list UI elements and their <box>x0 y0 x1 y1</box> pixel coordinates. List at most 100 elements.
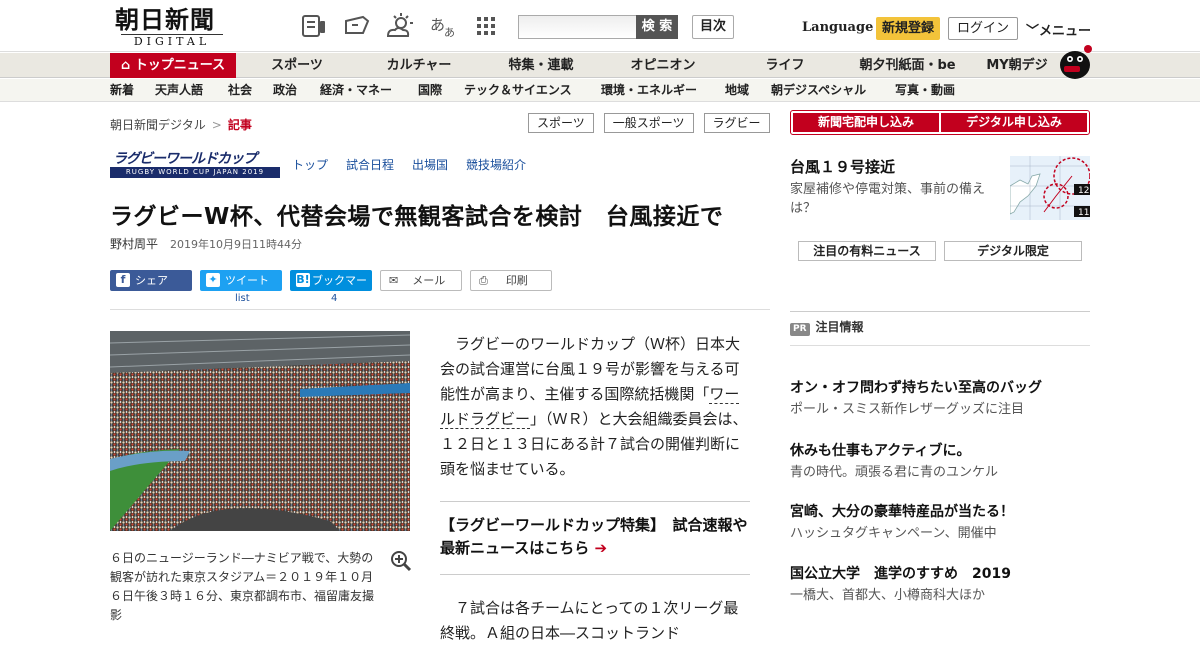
nav-life[interactable]: ライフ <box>740 53 830 78</box>
rwc-link-teams[interactable]: 出場国 <box>412 156 448 173</box>
article-paragraph-2: ７試合は各チームにとっての１次リーグ最終戦。Ａ組の日本―スコットランド <box>440 599 739 642</box>
rwc-link-stadiums[interactable]: 競技場紹介 <box>466 156 526 173</box>
subscribe-digital-button[interactable]: デジタル申し込み <box>941 113 1087 132</box>
nav-features[interactable]: 特集・連載 <box>496 53 586 78</box>
article-headline: ラグビーW杯、代替会場で無観客試合を検討 台風接近で <box>110 204 724 230</box>
weather-icon[interactable] <box>386 12 414 40</box>
facebook-icon: f <box>116 273 130 287</box>
nav-local[interactable]: 地域 <box>725 79 749 102</box>
grid-menu-icon[interactable] <box>472 12 500 40</box>
mail-button[interactable]: ✉ メール <box>380 270 462 291</box>
typhoon-description[interactable]: 家屋補修や停電対策、事前の備えは？ <box>790 180 1005 218</box>
subscribe-paper-button[interactable]: 新聞宅配申し込み <box>793 113 939 132</box>
nav-culture[interactable]: カルチャー <box>374 53 464 78</box>
nav-special[interactable]: 朝デジスペシャル <box>771 79 866 102</box>
pr-item[interactable]: 宮崎、大分の豪華特産品が当たる！ ハッシュタグキャンペーン、開催中 <box>790 502 1090 544</box>
map-label-12: 12 <box>1078 186 1089 196</box>
pr-badge: PR <box>790 323 810 336</box>
print-button[interactable]: ⎙ 印刷 <box>470 270 552 291</box>
register-button[interactable]: 新規登録 <box>876 17 940 40</box>
rwc-link-top[interactable]: トップ <box>292 156 328 173</box>
secondary-nav: 新着 天声人語 社会 政治 経済・マネー 国際 テック＆サイエンス 環境・エネル… <box>0 79 1200 102</box>
pr-item-sub: 青の時代。頑張る君に青のユンケル <box>790 465 999 480</box>
tag-general-sports[interactable]: 一般スポーツ <box>603 113 694 133</box>
nav-opinion[interactable]: オピニオン <box>618 53 708 78</box>
nav-economy[interactable]: 経済・マネー <box>320 79 392 102</box>
nav-sports[interactable]: スポーツ <box>252 53 342 78</box>
subscribe-box: 新聞宅配申し込み デジタル申し込み <box>790 110 1090 135</box>
nav-new[interactable]: 新着 <box>110 79 134 102</box>
divider <box>110 309 770 310</box>
primary-nav: ⌂ トップニュース スポーツ カルチャー 特集・連載 オピニオン ライフ 朝夕刊… <box>0 45 1200 79</box>
svg-text:あ: あ <box>444 26 455 39</box>
rwc-logo[interactable]: ラグビーワールドカップ RUGBY WORLD CUP JAPAN 2019 <box>110 151 280 178</box>
hatena-bookmark-button[interactable]: B! ブックマーク <box>290 270 372 308</box>
publish-date: 2019年10月9日11時44分 <box>170 238 302 251</box>
sidebar-divider-2 <box>790 345 1090 346</box>
typhoon-map-thumbnail[interactable]: 12 11 <box>1010 156 1090 220</box>
nav-tensei[interactable]: 天声人語 <box>155 79 203 102</box>
login-button[interactable]: ログイン <box>948 17 1018 40</box>
pr-item[interactable]: オン・オフ問わず持ちたい至高のバッグ ポール・スミス新作レザーグッズに注目 <box>790 378 1090 420</box>
mascot-icon <box>1060 45 1092 79</box>
tag-sports[interactable]: スポーツ <box>528 113 594 133</box>
menu-button[interactable]: ﹀メニュー <box>1026 20 1091 39</box>
breadcrumb-current: 記事 <box>227 118 252 132</box>
nav-society[interactable]: 社会 <box>228 79 252 102</box>
pr-heading: PR 注目情報 <box>790 318 864 336</box>
search-button[interactable]: 検 索 <box>636 15 678 39</box>
pr-item-title: 宮崎、大分の豪華特産品が当たる！ <box>790 504 1014 520</box>
nav-tech-science[interactable]: テック＆サイエンス <box>464 79 572 102</box>
breadcrumb-home[interactable]: 朝日新聞デジタル <box>110 118 206 132</box>
service-icons: ああ <box>300 12 500 40</box>
breadcrumb-separator: > <box>211 118 222 132</box>
photo-caption: ６日のニュージーランド―ナミビア戦で、大勢の観客が訪れた東京スタジアム＝２０１９… <box>110 551 375 622</box>
newspaper-icon[interactable] <box>300 12 328 40</box>
nav-environment[interactable]: 環境・エネルギー <box>601 79 697 102</box>
nav-print[interactable]: 朝夕刊紙面・be <box>850 53 965 78</box>
chevron-down-icon: ﹀ <box>1026 24 1040 39</box>
pr-item[interactable]: 休みも仕事もアクティブに。青の時代。頑張る君に青のユンケル <box>790 441 1090 483</box>
font-size-icon[interactable]: ああ <box>429 12 457 40</box>
feature-link[interactable]: 【ラグビーワールドカップ特集】 試合速報や最新ニュースはこちら ➔ <box>440 501 750 575</box>
arrow-right-icon: ➔ <box>594 539 608 557</box>
pr-item-sub: ハッシュタグキャンペーン、開催中 <box>790 526 997 541</box>
twitter-count-link[interactable]: list <box>235 293 250 304</box>
nav-international[interactable]: 国際 <box>418 79 442 102</box>
nav-politics[interactable]: 政治 <box>273 79 297 102</box>
stadium-photo[interactable] <box>110 331 410 531</box>
rwc-nav: トップ 試合日程 出場国 競技場紹介 <box>292 156 526 173</box>
flag-icon[interactable] <box>343 12 371 40</box>
pr-item-title: 国公立大学 進学のすすめ 2019 <box>790 566 1011 582</box>
nav-top-news[interactable]: ⌂ トップニュース <box>110 53 236 78</box>
mail-label: メール <box>412 274 446 287</box>
hatena-count[interactable]: 4 <box>331 293 337 304</box>
language-link[interactable]: Language <box>802 20 873 35</box>
article-paragraph-1: ラグビーのワールドカップ（Ｗ杯）日本大会の試合運営に台風１９号が影響を与える可能… <box>440 332 750 482</box>
pr-item[interactable]: 国公立大学 進学のすすめ 2019 一橋大、首都大、小樽商科大ほか <box>790 564 1090 606</box>
author[interactable]: 野村周平 <box>110 237 158 251</box>
pr-item-title: 休みも仕事もアクティブに。 <box>790 443 971 459</box>
pr-item-title: オン・オフ問わず持ちたい至高のバッグ <box>790 380 1042 396</box>
typhoon-headline[interactable]: 台風１９号接近 <box>790 156 895 177</box>
tag-rugby[interactable]: ラグビー <box>703 113 770 133</box>
asahi-logo[interactable]: 朝日新聞 DIGITAL <box>115 7 230 48</box>
nav-top-news-label: トップニュース <box>134 58 226 73</box>
rwc-link-schedule[interactable]: 試合日程 <box>346 156 394 173</box>
site-header: 朝日新聞 DIGITAL ああ 検 索 目次 Language 新規登録 ログイ… <box>0 0 1200 52</box>
zoom-icon[interactable] <box>390 550 412 572</box>
digital-only-button[interactable]: デジタル限定 <box>944 241 1082 261</box>
svg-text:あ: あ <box>430 16 445 34</box>
twitter-share-button[interactable]: ✦ ツイート <box>200 270 282 291</box>
facebook-share-button[interactable]: f シェア <box>110 270 192 291</box>
print-label: 印刷 <box>505 274 528 287</box>
menu-label: メニュー <box>1039 24 1092 39</box>
search-input[interactable] <box>518 15 638 39</box>
logo-digital: DIGITAL <box>121 34 223 48</box>
nav-my-asadigi[interactable]: MY朝デジ <box>982 53 1052 78</box>
rwc-logo-title: ラグビーワールドカップ <box>110 151 280 167</box>
toc-button[interactable]: 目次 <box>692 15 734 39</box>
pr-item-sub: 一橋大、首都大、小樽商科大ほか <box>790 588 986 603</box>
paid-news-button[interactable]: 注目の有料ニュース <box>798 241 936 261</box>
nav-photo-video[interactable]: 写真・動画 <box>895 79 955 102</box>
